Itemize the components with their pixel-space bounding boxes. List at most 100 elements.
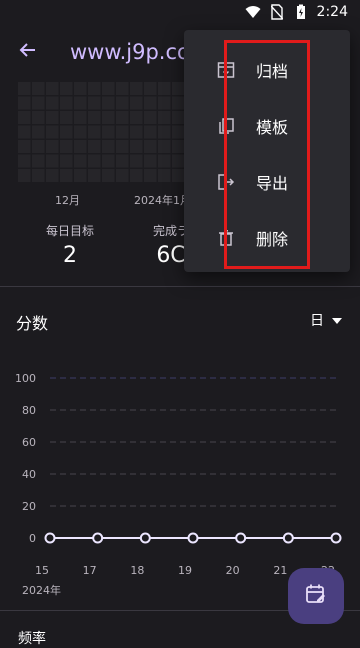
heatmap-cell	[102, 111, 115, 124]
heatmap-cell	[18, 82, 31, 95]
heatmap-cell	[46, 140, 59, 153]
heatmap-cell	[88, 125, 101, 139]
heatmap-cell	[88, 111, 101, 124]
data-point	[330, 532, 342, 544]
heatmap-cell	[46, 96, 59, 110]
add-entry-fab[interactable]	[288, 568, 344, 624]
heatmap-cell	[74, 111, 87, 124]
heatmap-cell	[60, 169, 73, 182]
heatmap-cell	[172, 96, 185, 110]
heatmap-cell	[18, 169, 31, 182]
heatmap-cell	[60, 125, 73, 139]
heatmap-cell	[102, 169, 115, 182]
heatmap-cell	[144, 169, 157, 182]
x-tick-label: 15	[35, 564, 49, 577]
heatmap-cell	[116, 96, 129, 110]
x-tick-label: 20	[226, 564, 240, 577]
heatmap-cell	[144, 140, 157, 153]
stat-daily-goal: 每日目标 2	[40, 222, 100, 268]
heatmap-cell	[74, 82, 87, 95]
heatmap-cell	[46, 125, 59, 139]
stat-label: 每日目标	[45, 224, 94, 238]
heatmap-cell	[102, 96, 115, 110]
y-tick-label: 100	[15, 372, 36, 385]
heatmap-cell	[32, 140, 45, 153]
page-title: www.j9p.co	[70, 40, 190, 64]
heatmap-cell	[130, 154, 143, 168]
heatmap-cell	[46, 111, 59, 124]
heatmap-cell	[172, 169, 185, 182]
heatmap-cell	[102, 154, 115, 168]
heatmap-cell	[88, 82, 101, 95]
y-tick-label: 60	[22, 436, 36, 449]
frequency-section-title: 频率	[18, 631, 46, 647]
heatmap-cell	[130, 125, 143, 139]
heatmap-cell	[130, 111, 143, 124]
y-tick-label: 80	[22, 404, 36, 417]
heatmap-cell	[32, 154, 45, 168]
data-point	[92, 532, 104, 544]
data-point	[187, 532, 199, 544]
heatmap-cell	[74, 169, 87, 182]
heatmap-cell	[18, 140, 31, 153]
status-time: 2:24	[316, 4, 348, 20]
heatmap-cell	[116, 82, 129, 95]
heatmap-cell	[144, 82, 157, 95]
heatmap-cell	[158, 111, 171, 124]
heatmap-cell	[144, 154, 157, 168]
heatmap-cell	[46, 154, 59, 168]
data-point	[282, 532, 294, 544]
x-tick-label: 19	[178, 564, 192, 577]
x-tick-label: 18	[130, 564, 144, 577]
calendar-edit-icon	[305, 583, 327, 609]
heatmap-cell	[18, 154, 31, 168]
heatmap-cell	[18, 111, 31, 124]
heatmap-cell	[102, 125, 115, 139]
x-tick-label: 17	[83, 564, 97, 577]
wifi-icon	[245, 4, 261, 20]
y-tick-label: 40	[22, 468, 36, 481]
divider	[0, 286, 360, 287]
heatmap-cell	[60, 111, 73, 124]
heatmap-cell	[32, 96, 45, 110]
y-tick-label: 0	[29, 532, 36, 545]
heatmap-cell	[144, 125, 157, 139]
heatmap-cell	[88, 96, 101, 110]
heatmap-cell	[74, 140, 87, 153]
status-bar: 2:24	[0, 0, 360, 24]
x-tick-label: 21	[273, 564, 287, 577]
dropdown-arrow-icon	[332, 312, 342, 328]
heatmap-cell	[102, 140, 115, 153]
highlight-box	[224, 40, 310, 269]
period-value: 日	[310, 313, 324, 329]
heatmap-cell	[74, 96, 87, 110]
heatmap-cell	[60, 96, 73, 110]
heatmap-cell	[18, 125, 31, 139]
heatmap-cell	[32, 111, 45, 124]
heatmap-cell	[116, 169, 129, 182]
heatmap-cell	[60, 140, 73, 153]
heatmap-cell	[130, 140, 143, 153]
heatmap-cell	[144, 111, 157, 124]
heatmap-cell	[130, 82, 143, 95]
heatmap-cell	[116, 140, 129, 153]
heatmap-cell	[116, 111, 129, 124]
heatmap-cell	[18, 96, 31, 110]
heatmap-cell	[32, 169, 45, 182]
heatmap-cell	[172, 154, 185, 168]
heatmap-cell	[130, 169, 143, 182]
month-label: 12月	[55, 194, 80, 207]
heatmap-cell	[130, 96, 143, 110]
data-point	[139, 532, 151, 544]
score-section-title: 分数	[16, 314, 49, 333]
heatmap-cell	[74, 154, 87, 168]
heatmap-cell	[60, 154, 73, 168]
data-point	[44, 532, 56, 544]
heatmap-cell	[158, 82, 171, 95]
y-tick-label: 20	[22, 500, 36, 513]
heatmap-cell	[158, 154, 171, 168]
heatmap-cell	[158, 96, 171, 110]
heatmap-cell	[172, 111, 185, 124]
back-button[interactable]	[12, 36, 44, 68]
period-dropdown[interactable]: 日	[310, 310, 342, 330]
